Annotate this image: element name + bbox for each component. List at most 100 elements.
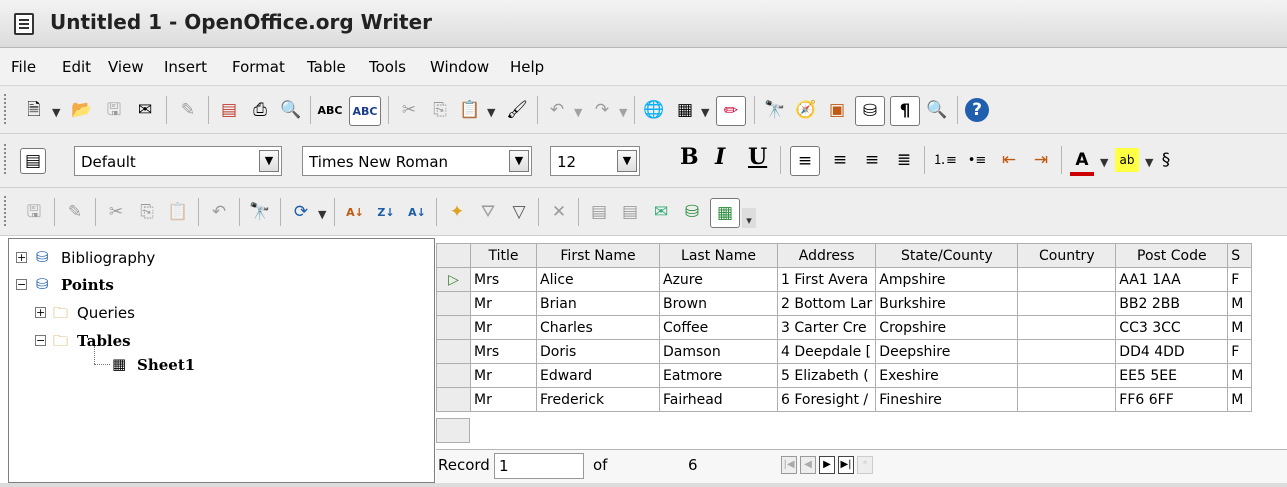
table-row[interactable]: Mr Frederick Fairhead 6 Foresight / Fine… xyxy=(436,387,1253,412)
last-record-icon[interactable]: ▶| xyxy=(838,456,854,474)
spellcheck-icon[interactable]: ABC xyxy=(318,98,343,122)
cell[interactable]: Exeshire xyxy=(875,363,1019,388)
undo-dropdown-icon[interactable]: ▼ xyxy=(574,106,582,119)
zoom-icon[interactable]: 🔍 xyxy=(925,98,949,122)
menu-edit[interactable]: Edit xyxy=(62,58,91,76)
gallery-icon[interactable]: ▣ xyxy=(825,98,849,122)
cell[interactable]: 3 Carter Cre xyxy=(776,315,877,340)
cell[interactable]: Fineshire xyxy=(875,387,1019,412)
cell[interactable] xyxy=(1017,267,1117,292)
background-color-icon[interactable]: § xyxy=(1160,148,1172,172)
table-icon[interactable]: ▦ xyxy=(673,98,697,122)
toolbar-overflow-icon[interactable]: ▾ xyxy=(742,208,756,228)
table-row[interactable]: Mr Charles Coffee 3 Carter Cre Cropshire… xyxy=(436,315,1253,340)
sort-icon[interactable]: A↓ xyxy=(405,200,429,224)
draw-functions-icon[interactable]: ✏ xyxy=(716,96,746,126)
table-dropdown-icon[interactable]: ▼ xyxy=(701,106,709,119)
help-icon[interactable]: ? xyxy=(965,98,989,122)
navigator-icon[interactable]: 🧭 xyxy=(794,98,818,122)
row-header[interactable] xyxy=(436,339,471,364)
cell[interactable]: Ampshire xyxy=(875,267,1019,292)
export-pdf-icon[interactable]: ▤ xyxy=(217,98,241,122)
cell[interactable]: Deepshire xyxy=(875,339,1019,364)
remove-filter-icon[interactable]: ▽ xyxy=(507,200,531,224)
table-row[interactable]: ▷ Mrs Alice Azure 1 First Avera Ampshire… xyxy=(436,267,1253,292)
sort-descending-icon[interactable]: Z↓ xyxy=(374,200,398,224)
chevron-down-icon[interactable]: ▼ xyxy=(509,150,529,172)
new-record-icon[interactable]: * xyxy=(857,456,873,474)
cell[interactable]: Burkshire xyxy=(875,291,1019,316)
save-icon[interactable]: 🖫 xyxy=(102,98,126,122)
data-to-text-icon[interactable]: ▤ xyxy=(587,200,611,224)
expand-icon[interactable]: + xyxy=(16,252,27,263)
email-icon[interactable]: ✉ xyxy=(133,98,157,122)
cell[interactable]: Brian xyxy=(536,291,660,316)
cut-icon[interactable]: ✂ xyxy=(104,200,128,224)
tree-item-queries[interactable]: Queries xyxy=(77,304,135,322)
edit-file-icon[interactable]: ✎ xyxy=(176,98,200,122)
refresh-dropdown-icon[interactable]: ▼ xyxy=(318,208,326,221)
underline-button[interactable]: U xyxy=(748,144,767,170)
redo-icon[interactable]: ↷ xyxy=(590,98,614,122)
mail-merge-icon[interactable]: ✉ xyxy=(649,200,673,224)
tree-item-sheet1[interactable]: Sheet1 xyxy=(137,356,195,374)
cell[interactable]: DD4 4DD xyxy=(1115,339,1229,364)
new-row-header[interactable] xyxy=(436,418,470,443)
menu-table[interactable]: Table xyxy=(307,58,346,76)
cell[interactable]: Eatmore xyxy=(659,363,778,388)
chevron-down-icon[interactable]: ▼ xyxy=(259,150,279,172)
cell[interactable]: 2 Bottom Lar xyxy=(776,291,877,316)
column-header[interactable]: State/County xyxy=(875,243,1019,268)
cell[interactable]: Brown xyxy=(659,291,778,316)
delete-record-icon[interactable]: ✕ xyxy=(547,200,571,224)
edit-data-icon[interactable]: ✎ xyxy=(63,200,87,224)
menu-help[interactable]: Help xyxy=(510,58,544,76)
collapse-icon[interactable]: − xyxy=(35,335,46,346)
row-header[interactable] xyxy=(436,315,471,340)
align-center-icon[interactable]: ≡ xyxy=(828,148,852,172)
page-preview-icon[interactable]: 🔍 xyxy=(279,98,303,122)
cell[interactable]: CC3 3CC xyxy=(1115,315,1229,340)
menu-insert[interactable]: Insert xyxy=(164,58,207,76)
table-row[interactable]: Mr Brian Brown 2 Bottom Lar Burkshire BB… xyxy=(436,291,1253,316)
cell[interactable]: Azure xyxy=(659,267,778,292)
cell[interactable]: Mr xyxy=(470,291,537,316)
cell[interactable]: F xyxy=(1227,267,1253,292)
align-right-icon[interactable]: ≡ xyxy=(860,148,884,172)
toolbar-grip[interactable] xyxy=(4,94,10,124)
cell[interactable]: Mr xyxy=(470,387,537,412)
cell[interactable]: M xyxy=(1227,315,1253,340)
cell[interactable]: Edward xyxy=(536,363,660,388)
column-header[interactable]: Post Code xyxy=(1115,243,1229,268)
copy-icon[interactable]: ⎘ xyxy=(135,200,159,224)
italic-button[interactable]: I xyxy=(715,144,725,170)
justify-icon[interactable]: ≣ xyxy=(892,148,916,172)
nonprinting-chars-icon[interactable]: ¶ xyxy=(890,96,920,126)
expand-icon[interactable]: + xyxy=(35,307,46,318)
cell[interactable]: M xyxy=(1227,291,1253,316)
cell[interactable]: 1 First Avera xyxy=(776,267,877,292)
cell[interactable]: 6 Foresight / xyxy=(776,387,877,412)
toolbar-grip[interactable] xyxy=(4,144,10,174)
menu-view[interactable]: View xyxy=(108,58,144,76)
cell[interactable]: Fairhead xyxy=(659,387,778,412)
table-row[interactable]: Mr Edward Eatmore 5 Elizabeth ( Exeshire… xyxy=(436,363,1253,388)
paste-dropdown-icon[interactable]: ▼ xyxy=(487,106,495,119)
next-record-icon[interactable]: ▶ xyxy=(819,456,835,474)
copy-icon[interactable]: ⎘ xyxy=(428,98,452,122)
format-paintbrush-icon[interactable]: 🖌 xyxy=(505,98,529,122)
standard-filter-icon[interactable]: ⛛ xyxy=(476,200,500,224)
chevron-down-icon[interactable]: ▼ xyxy=(617,150,637,172)
undo-icon[interactable]: ↶ xyxy=(207,200,231,224)
autospellcheck-icon[interactable]: ABC xyxy=(349,96,381,126)
data-source-current-icon[interactable]: ⛁ xyxy=(680,200,704,224)
data-to-fields-icon[interactable]: ▤ xyxy=(618,200,642,224)
cell[interactable] xyxy=(1017,387,1117,412)
column-header[interactable]: S xyxy=(1227,243,1253,268)
font-name-select[interactable]: Times New Roman ▼ xyxy=(302,146,532,176)
new-dropdown-icon[interactable]: ▼ xyxy=(52,106,60,119)
cell[interactable]: Mr xyxy=(470,315,537,340)
tree-item-points[interactable]: Points xyxy=(61,276,114,294)
column-header[interactable]: Last Name xyxy=(659,243,778,268)
paste-icon[interactable]: 📋 xyxy=(458,98,482,122)
